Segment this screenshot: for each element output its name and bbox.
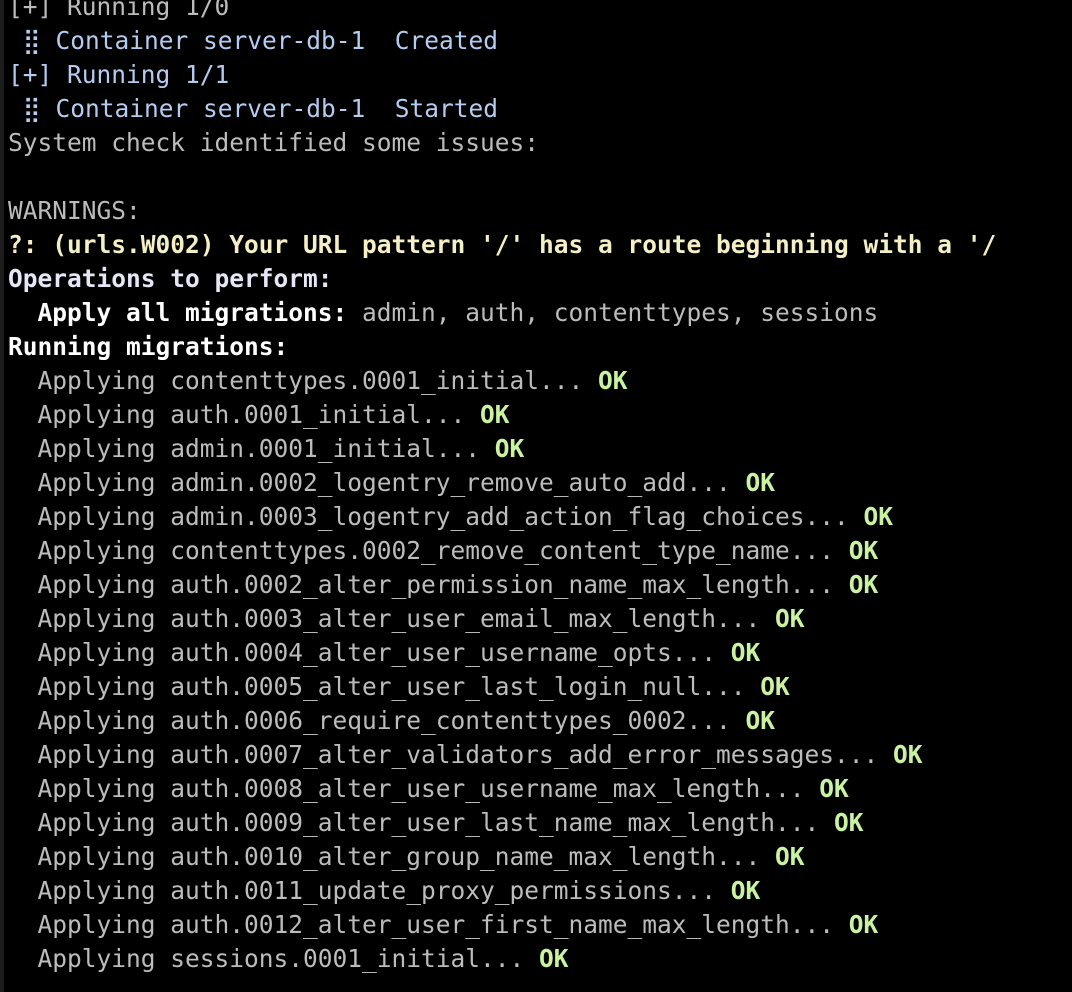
line-warning-urls-w002-seg-0: ?: (urls.W002) Your URL pattern '/' has … <box>8 230 997 259</box>
line-apply-auth-0004: Applying auth.0004_alter_user_username_o… <box>4 636 1072 670</box>
line-apply-auth-0011: Applying auth.0011_update_proxy_permissi… <box>4 874 1072 908</box>
line-container-created: ⣿ Container server-db-1 Created <box>4 24 1072 58</box>
line-apply-admin-0002-seg-0: Applying admin.0002_logentry_remove_auto… <box>8 468 746 497</box>
line-apply-auth-0005: Applying auth.0005_alter_user_last_login… <box>4 670 1072 704</box>
line-running-1-0-seg-0: [+] Running 1/0 <box>8 0 230 21</box>
line-apply-auth-0012: Applying auth.0012_alter_user_first_name… <box>4 908 1072 942</box>
line-apply-admin-0003: Applying admin.0003_logentry_add_action_… <box>4 500 1072 534</box>
line-apply-admin-0002: Applying admin.0002_logentry_remove_auto… <box>4 466 1072 500</box>
line-apply-sessions-0001-seg-0: Applying sessions.0001_initial... <box>8 944 540 973</box>
line-running-1-0: [+] Running 1/0 <box>4 0 1072 24</box>
line-apply-auth-0012-seg-0: Applying auth.0012_alter_user_first_name… <box>8 910 849 939</box>
line-apply-auth-0011-seg-0: Applying auth.0011_update_proxy_permissi… <box>8 876 731 905</box>
line-apply-auth-0002: Applying auth.0002_alter_permission_name… <box>4 568 1072 602</box>
line-apply-auth-0009-seg-1: OK <box>834 808 864 837</box>
line-apply-sessions-0001-seg-1: OK <box>539 944 569 973</box>
line-running-1-1-seg-0: [+] Running 1/1 <box>8 60 230 89</box>
line-running-migrations: Running migrations: <box>4 330 1072 364</box>
line-apply-auth-0010-seg-1: OK <box>775 842 805 871</box>
line-apply-contenttypes-0001-seg-1: OK <box>598 366 628 395</box>
line-apply-auth-0010-seg-0: Applying auth.0010_alter_group_name_max_… <box>8 842 776 871</box>
line-apply-auth-0003-seg-1: OK <box>775 604 805 633</box>
line-apply-auth-0007-seg-0: Applying auth.0007_alter_validators_add_… <box>8 740 894 769</box>
line-apply-contenttypes-0001-seg-0: Applying contenttypes.0001_initial... <box>8 366 599 395</box>
line-apply-auth-0008: Applying auth.0008_alter_user_username_m… <box>4 772 1072 806</box>
line-apply-auth-0004-seg-0: Applying auth.0004_alter_user_username_o… <box>8 638 731 667</box>
line-running-migrations-seg-0: Running migrations: <box>8 332 289 361</box>
line-apply-auth-0012-seg-1: OK <box>848 910 879 939</box>
line-operations-to-perform-seg-0: Operations to perform: <box>8 264 333 293</box>
line-warning-urls-w002: ?: (urls.W002) Your URL pattern '/' has … <box>4 228 1072 262</box>
line-operations-to-perform: Operations to perform: <box>4 262 1072 296</box>
line-apply-admin-0001-seg-1: OK <box>494 434 525 463</box>
line-container-created-seg-1: ⣿ Container server-db-1 Created <box>22 26 498 55</box>
line-running-1-1: [+] Running 1/1 <box>4 58 1072 92</box>
terminal-window[interactable]: [+] Running 1/0 ⣿ Container server-db-1 … <box>0 0 1072 992</box>
line-apply-admin-0001: Applying admin.0001_initial... OK <box>4 432 1072 466</box>
line-apply-auth-0008-seg-1: OK <box>819 774 849 803</box>
line-apply-auth-0001-seg-1: OK <box>480 400 510 429</box>
line-container-created-seg-0 <box>8 26 23 55</box>
line-apply-auth-0002-seg-0: Applying auth.0002_alter_permission_name… <box>8 570 849 599</box>
line-apply-auth-0011-seg-1: OK <box>730 876 761 905</box>
line-container-started: ⣿ Container server-db-1 Started <box>4 92 1072 126</box>
line-system-check: System check identified some issues: <box>4 126 1072 160</box>
line-apply-all-migrations-seg-0: Apply all migrations: <box>8 298 348 327</box>
line-apply-contenttypes-0002: Applying contenttypes.0002_remove_conten… <box>4 534 1072 568</box>
line-apply-all-migrations: Apply all migrations: admin, auth, conte… <box>4 296 1072 330</box>
line-apply-auth-0006-seg-1: OK <box>745 706 776 735</box>
line-apply-auth-0007-seg-1: OK <box>893 740 923 769</box>
line-warnings-header: WARNINGS: <box>4 194 1072 228</box>
line-system-check-seg-0: System check identified some issues: <box>8 128 540 157</box>
line-apply-auth-0001-seg-0: Applying auth.0001_initial... <box>8 400 481 429</box>
line-apply-auth-0008-seg-0: Applying auth.0008_alter_user_username_m… <box>8 774 820 803</box>
line-apply-auth-0007: Applying auth.0007_alter_validators_add_… <box>4 738 1072 772</box>
line-apply-admin-0003-seg-1: OK <box>863 502 894 531</box>
line-apply-auth-0003: Applying auth.0003_alter_user_email_max_… <box>4 602 1072 636</box>
line-container-started-seg-0 <box>8 94 23 123</box>
line-apply-auth-0002-seg-1: OK <box>848 570 879 599</box>
line-apply-auth-0009-seg-0: Applying auth.0009_alter_user_last_name_… <box>8 808 835 837</box>
line-apply-auth-0005-seg-1: OK <box>760 672 790 701</box>
line-apply-auth-0006: Applying auth.0006_require_contenttypes_… <box>4 704 1072 738</box>
line-apply-auth-0006-seg-0: Applying auth.0006_require_contenttypes_… <box>8 706 746 735</box>
line-apply-auth-0004-seg-1: OK <box>730 638 761 667</box>
line-blank-1-seg-0 <box>8 162 23 191</box>
line-warnings-header-seg-0: WARNINGS: <box>8 196 141 225</box>
line-apply-sessions-0001: Applying sessions.0001_initial... OK <box>4 942 1072 976</box>
line-apply-auth-0003-seg-0: Applying auth.0003_alter_user_email_max_… <box>8 604 776 633</box>
line-apply-admin-0003-seg-0: Applying admin.0003_logentry_add_action_… <box>8 502 864 531</box>
line-apply-admin-0002-seg-1: OK <box>745 468 776 497</box>
line-apply-contenttypes-0002-seg-0: Applying contenttypes.0002_remove_conten… <box>8 536 849 565</box>
line-apply-contenttypes-0002-seg-1: OK <box>848 536 879 565</box>
line-apply-all-migrations-seg-1: admin, auth, contenttypes, sessions <box>347 298 879 327</box>
line-apply-auth-0001: Applying auth.0001_initial... OK <box>4 398 1072 432</box>
line-apply-contenttypes-0001: Applying contenttypes.0001_initial... OK <box>4 364 1072 398</box>
line-apply-auth-0010: Applying auth.0010_alter_group_name_max_… <box>4 840 1072 874</box>
line-apply-auth-0005-seg-0: Applying auth.0005_alter_user_last_login… <box>8 672 761 701</box>
line-apply-auth-0009: Applying auth.0009_alter_user_last_name_… <box>4 806 1072 840</box>
terminal-output: [+] Running 1/0 ⣿ Container server-db-1 … <box>4 0 1072 976</box>
line-container-started-seg-1: ⣿ Container server-db-1 Started <box>22 94 498 123</box>
line-blank-1 <box>4 160 1072 194</box>
line-apply-admin-0001-seg-0: Applying admin.0001_initial... <box>8 434 495 463</box>
